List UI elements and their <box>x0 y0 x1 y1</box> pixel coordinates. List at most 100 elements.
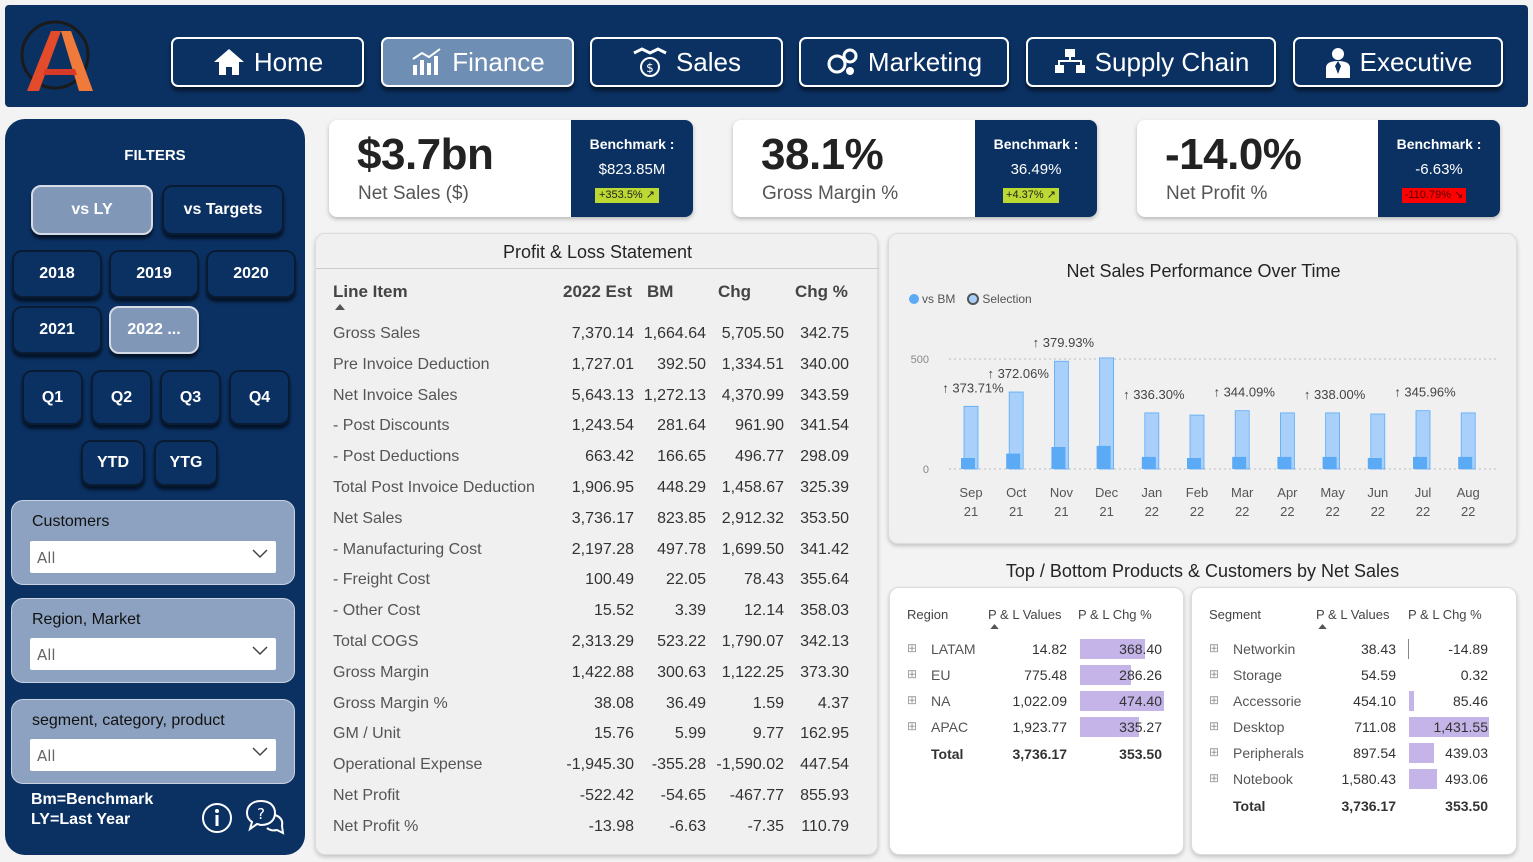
region-header[interactable]: Region <box>907 607 948 622</box>
matrix-row[interactable]: ⊞ EU 775.48 286.26 <box>890 662 1183 688</box>
pl-row: - Post Deductions 663.42 166.65 496.77 298.0… <box>316 441 879 472</box>
abbreviation-note: Bm=Benchmark LY=Last Year <box>31 790 153 830</box>
bar-vs-bm[interactable] <box>1322 456 1337 469</box>
nav-marketing-button[interactable]: Marketing <box>799 37 1009 87</box>
matrix-row[interactable]: ⊞ Peripherals 897.54 439.03 <box>1192 740 1516 766</box>
matrix-row[interactable]: ⊞ Storage 54.59 0.32 <box>1192 662 1516 688</box>
year-2022-button[interactable]: 2022 ... <box>109 306 199 354</box>
row-label: Notebook <box>1233 771 1293 787</box>
expand-plus-icon[interactable]: ⊞ <box>1209 771 1219 785</box>
bar-vs-bm[interactable] <box>1458 456 1473 469</box>
pl-cell: 353.50 <box>800 509 849 527</box>
x-tick-label: 21 <box>1054 504 1068 519</box>
nav-executive-button[interactable]: Executive <box>1293 37 1503 87</box>
matrix-row[interactable]: ⊞ APAC 1,923.77 335.27 <box>890 714 1183 740</box>
nav-supply-chain-button[interactable]: Supply Chain <box>1026 37 1276 87</box>
q4-button[interactable]: Q4 <box>229 370 290 425</box>
chevron-down-icon <box>252 646 268 656</box>
nav-home-button[interactable]: Home <box>171 37 364 87</box>
expand-plus-icon[interactable]: ⊞ <box>1209 667 1219 681</box>
kpi-net-sales-label: Net Sales ($) <box>358 183 469 204</box>
pl-row: - Other Cost 15.52 3.39 12.14 358.03 <box>316 595 879 626</box>
bar-vs-bm[interactable] <box>1096 445 1111 469</box>
expand-plus-icon[interactable]: ⊞ <box>907 719 917 733</box>
expand-plus-icon[interactable]: ⊞ <box>1209 641 1219 655</box>
pl-cell: 358.03 <box>800 602 849 620</box>
matrix-row[interactable]: ⊞ Notebook 1,580.43 493.06 <box>1192 766 1516 792</box>
pl-header-chg-pct[interactable]: Chg % <box>795 282 848 302</box>
year-2021-button[interactable]: 2021 <box>12 306 102 354</box>
vs-ly-button[interactable]: vs LY <box>31 185 153 235</box>
info-icon[interactable] <box>201 802 233 834</box>
expand-plus-icon[interactable]: ⊞ <box>1209 719 1219 733</box>
segment-chg-header[interactable]: P & L Chg % <box>1408 607 1482 622</box>
pl-header-chg[interactable]: Chg <box>718 282 751 302</box>
segment-header[interactable]: Segment <box>1209 607 1261 622</box>
nav-sales-button[interactable]: $ Sales <box>590 37 783 87</box>
legend-item-vs-bm[interactable]: vs BM <box>909 292 955 306</box>
pl-line-item: Total Post Invoice Deduction <box>333 479 535 496</box>
bar-vs-bm[interactable] <box>1232 456 1247 469</box>
bar-vs-bm[interactable] <box>1051 447 1066 469</box>
year-2019-button[interactable]: 2019 <box>109 250 199 298</box>
pl-cell: 392.50 <box>657 355 706 373</box>
chart-legend: vs BM Selection <box>909 292 1032 306</box>
q2-button[interactable]: Q2 <box>91 370 152 425</box>
row-chg: 335.27 <box>1119 719 1162 735</box>
bar-vs-bm[interactable] <box>1413 456 1427 469</box>
pl-header-line-item[interactable]: Line Item <box>333 282 408 302</box>
ytd-button[interactable]: YTD <box>81 440 145 486</box>
bar-vs-bm[interactable] <box>1277 456 1292 469</box>
segment-values-header[interactable]: P & L Values <box>1316 607 1389 622</box>
bar-vs-bm[interactable] <box>1367 458 1382 469</box>
expand-plus-icon[interactable]: ⊞ <box>907 693 917 707</box>
row-value: 711.08 <box>1354 719 1396 735</box>
expand-plus-icon[interactable]: ⊞ <box>907 641 917 655</box>
pl-cell: 496.77 <box>735 448 784 466</box>
bar-vs-bm[interactable] <box>1187 458 1201 469</box>
x-tick-label: 22 <box>1325 504 1339 519</box>
vs-targets-button[interactable]: vs Targets <box>162 185 284 235</box>
matrix-row[interactable]: ⊞ NA 1,022.09 474.40 <box>890 688 1183 714</box>
expand-plus-icon[interactable]: ⊞ <box>1209 693 1219 707</box>
supply-chain-icon <box>1054 49 1085 73</box>
expand-plus-icon[interactable]: ⊞ <box>1209 745 1219 759</box>
svg-text:?: ? <box>257 805 265 823</box>
finance-chart-icon <box>412 48 441 75</box>
total-chg: 353.50 <box>1445 798 1488 814</box>
row-label: APAC <box>931 719 969 735</box>
pl-line-item: Net Profit % <box>333 817 419 835</box>
matrix-row[interactable]: ⊞ LATAM 14.82 368.40 <box>890 636 1183 662</box>
x-tick-label: Mar <box>1231 485 1254 500</box>
row-value: 14.82 <box>1031 641 1067 657</box>
note-last-year: LY=Last Year <box>31 811 131 828</box>
matrix-row[interactable]: ⊞ Networkin 38.43 -14.89 <box>1192 636 1516 662</box>
customers-dropdown[interactable]: All <box>30 541 276 573</box>
pl-header-est[interactable]: 2022 Est <box>563 282 632 302</box>
bar-vs-bm[interactable] <box>1006 453 1021 469</box>
region-market-dropdown[interactable]: All <box>30 638 276 670</box>
legend-item-selection[interactable]: Selection <box>967 292 1032 306</box>
region-chg-header[interactable]: P & L Chg % <box>1078 607 1152 622</box>
matrix-row[interactable]: ⊞ Accessorie 454.10 85.46 <box>1192 688 1516 714</box>
expand-plus-icon[interactable]: ⊞ <box>907 667 917 681</box>
q1-button[interactable]: Q1 <box>22 370 83 425</box>
region-values-header[interactable]: P & L Values <box>988 607 1061 622</box>
bar-vs-bm[interactable] <box>1141 456 1156 469</box>
help-chat-icon[interactable]: ? <box>245 799 285 837</box>
segment-dropdown[interactable]: All <box>30 739 276 771</box>
pl-header-bm[interactable]: BM <box>647 282 673 302</box>
pl-row: Gross Margin % 38.08 36.49 1.59 4.37 <box>316 688 879 719</box>
pl-cell: 855.93 <box>800 787 849 804</box>
ytg-button[interactable]: YTG <box>154 440 218 486</box>
year-2018-button[interactable]: 2018 <box>12 250 102 298</box>
year-2020-button[interactable]: 2020 <box>206 250 296 298</box>
row-chg: 474.40 <box>1119 693 1162 709</box>
pl-row: Net Profit -522.42 -54.65 -467.77 855.93 <box>316 780 879 811</box>
q3-button[interactable]: Q3 <box>160 370 221 425</box>
bar-vs-bm[interactable] <box>961 458 975 469</box>
total-value: 3,736.17 <box>1341 798 1397 814</box>
nav-finance-button[interactable]: Finance <box>381 37 574 87</box>
matrix-row[interactable]: ⊞ Desktop 711.08 1,431.55 <box>1192 714 1516 740</box>
row-value: 1,923.77 <box>1012 719 1068 735</box>
